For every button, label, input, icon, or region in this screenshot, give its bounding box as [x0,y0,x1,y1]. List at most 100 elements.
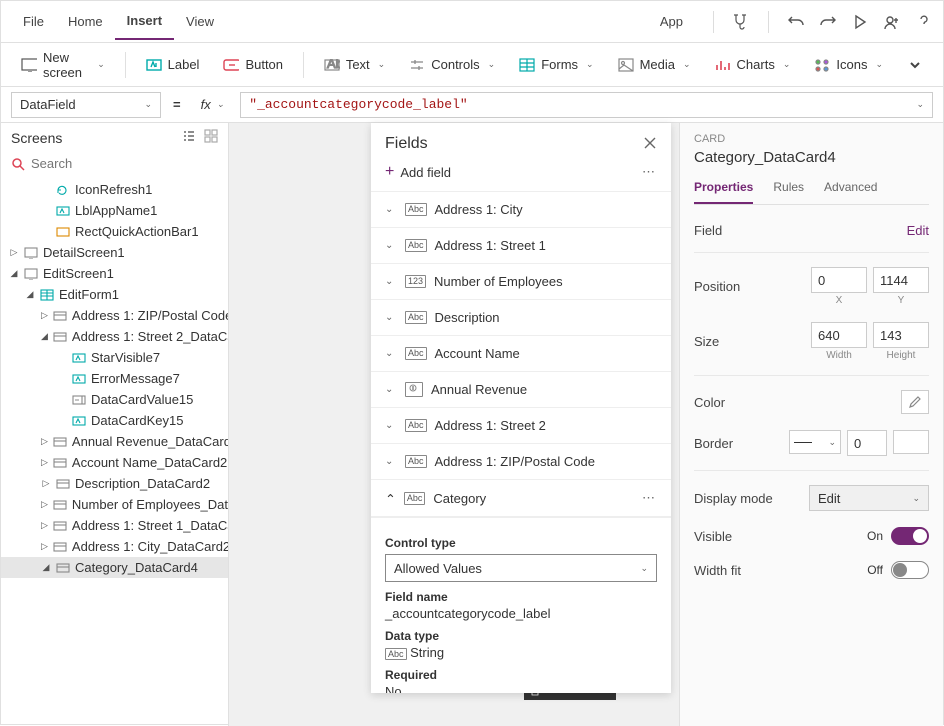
field-item[interactable]: ⌄AbcAddress 1: City [371,191,671,227]
tree-node[interactable]: ▷Address 1: ZIP/Postal Code_ [1,305,228,326]
height-input[interactable]: 143 [873,322,929,348]
tab-advanced[interactable]: Advanced [824,176,877,204]
tree-node-label: Annual Revenue_DataCard2 [72,434,228,449]
more-icon[interactable]: ⋯ [642,490,657,506]
tree-node[interactable]: IconRefresh1 [1,179,228,200]
tree-node-label: RectQuickActionBar1 [75,224,199,239]
preview-icon[interactable] [851,13,869,31]
expand-icon[interactable]: ◢ [41,331,48,342]
control-type-select[interactable]: Allowed Values⌄ [385,554,657,582]
tree-node[interactable]: ◢EditScreen1 [1,263,228,284]
edit-field-button[interactable]: Edit [907,223,929,238]
tree-node[interactable]: ◢EditForm1 [1,284,228,305]
icons-icon [814,57,830,73]
tree-node[interactable]: StarVisible7 [1,347,228,368]
tree-node[interactable]: ▷Number of Employees_Data [1,494,228,515]
icons-dropdown[interactable]: Icons⌄ [806,51,891,79]
expand-icon[interactable]: ▷ [41,520,48,531]
border-width-input[interactable]: 0 [847,430,887,456]
tree-node[interactable]: ▷Description_DataCard2 [1,473,228,494]
expand-icon[interactable]: ◢ [25,289,35,300]
tree-node[interactable]: LblAppName1 [1,200,228,221]
field-name-value: _accountcategorycode_label [385,606,657,621]
screens-tree[interactable]: IconRefresh1LblAppName1 RectQuickActionBa… [1,175,228,726]
menu-file[interactable]: File [11,4,56,39]
forms-dropdown[interactable]: Forms⌄ [511,51,601,79]
add-field-button[interactable]: + Add field [385,163,451,181]
tree-node[interactable]: ▷DetailScreen1 [1,242,228,263]
field-item[interactable]: ⌄AbcAddress 1: Street 2 [371,407,671,443]
tree-node[interactable]: DataCardKey15 [1,410,228,431]
media-dropdown[interactable]: Media⌄ [610,51,699,79]
tree-view-icon[interactable] [182,129,196,146]
menu-home[interactable]: Home [56,4,115,39]
menu-insert[interactable]: Insert [115,3,174,40]
expand-icon[interactable]: ▷ [41,310,48,321]
tab-properties[interactable]: Properties [694,176,753,204]
tree-node[interactable]: DataCardValue15 [1,389,228,410]
help-icon[interactable] [915,13,933,31]
tree-node[interactable]: ▷ Annual Revenue_DataCard2 [1,431,228,452]
search-box[interactable] [1,152,228,175]
tree-node[interactable]: ▷Account Name_DataCard2 [1,452,228,473]
tree-node[interactable]: ▷Address 1: City_DataCard2 [1,536,228,557]
expand-icon[interactable]: ▷ [41,478,51,489]
width-input[interactable]: 640 [811,322,867,348]
position-y-input[interactable]: 1144 [873,267,929,293]
tree-node[interactable]: ▷Address 1: Street 1_DataCar [1,515,228,536]
close-icon[interactable] [643,136,657,153]
menu-app[interactable]: App [648,4,695,39]
field-item[interactable]: ⌄AbcAccount Name [371,335,671,371]
fx-button[interactable]: fx ⌄ [193,97,233,112]
menu-view[interactable]: View [174,4,226,39]
share-icon[interactable] [883,13,901,31]
field-item[interactable]: ⌄123Number of Employees [371,263,671,299]
new-screen-label: New screen [43,50,89,80]
field-item-expanded[interactable]: ⌄AbcCategory ⋯ [371,479,671,517]
border-color-picker[interactable] [893,430,929,454]
thumbnail-view-icon[interactable] [204,129,218,146]
field-item[interactable]: ⌄Annual Revenue [371,371,671,407]
field-details: Control type Allowed Values⌄ Field name … [371,517,671,693]
tree-node[interactable]: ErrorMessage7 [1,368,228,389]
color-picker[interactable] [901,390,929,414]
visible-toggle[interactable] [891,527,929,545]
new-screen-button[interactable]: New screen ⌄ [13,44,113,86]
undo-icon[interactable] [787,13,805,31]
display-mode-select[interactable]: Edit⌄ [809,485,929,511]
expand-ribbon[interactable] [899,51,931,79]
formula-input[interactable]: "_accountcategorycode_label" ⌄ [240,92,933,118]
field-label: Description [435,310,500,325]
tab-rules[interactable]: Rules [773,176,804,204]
tree-node[interactable]: RectQuickActionBar1 [1,221,228,242]
field-label: Address 1: ZIP/Postal Code [435,454,595,469]
field-item[interactable]: ⌄AbcDescription [371,299,671,335]
redo-icon[interactable] [819,13,837,31]
field-label: Account Name [435,346,520,361]
expand-icon[interactable]: ▷ [41,457,48,468]
expand-icon[interactable]: ▷ [41,541,48,552]
expand-icon[interactable]: ▷ [9,247,19,258]
label-button[interactable]: Label [138,51,208,79]
search-input[interactable] [31,156,218,171]
tree-node[interactable]: ◢Category_DataCard4 [1,557,228,578]
chevron-down-icon: ⌄ [385,312,397,323]
property-selector[interactable]: DataField ⌄ [11,92,161,118]
expand-icon[interactable]: ◢ [41,562,51,573]
widthfit-toggle[interactable] [891,561,929,579]
field-item[interactable]: ⌄AbcAddress 1: ZIP/Postal Code [371,443,671,479]
expand-icon[interactable]: ◢ [9,268,19,279]
more-icon[interactable]: ⋯ [642,164,657,180]
field-item[interactable]: ⌄AbcAddress 1: Street 1 [371,227,671,263]
text-dropdown[interactable]: Abc Text⌄ [316,51,393,79]
tree-node[interactable]: ◢Address 1: Street 2_DataCar [1,326,228,347]
visible-label: Visible [694,529,732,544]
diagnostics-icon[interactable] [732,13,750,31]
button-button[interactable]: Button [215,51,291,79]
border-style-select[interactable]: ⌄ [789,430,841,454]
charts-dropdown[interactable]: Charts⌄ [707,51,799,79]
position-x-input[interactable]: 0 [811,267,867,293]
controls-dropdown[interactable]: Controls⌄ [401,51,503,79]
expand-icon[interactable]: ▷ [41,499,48,510]
expand-icon[interactable]: ▷ [41,436,48,447]
